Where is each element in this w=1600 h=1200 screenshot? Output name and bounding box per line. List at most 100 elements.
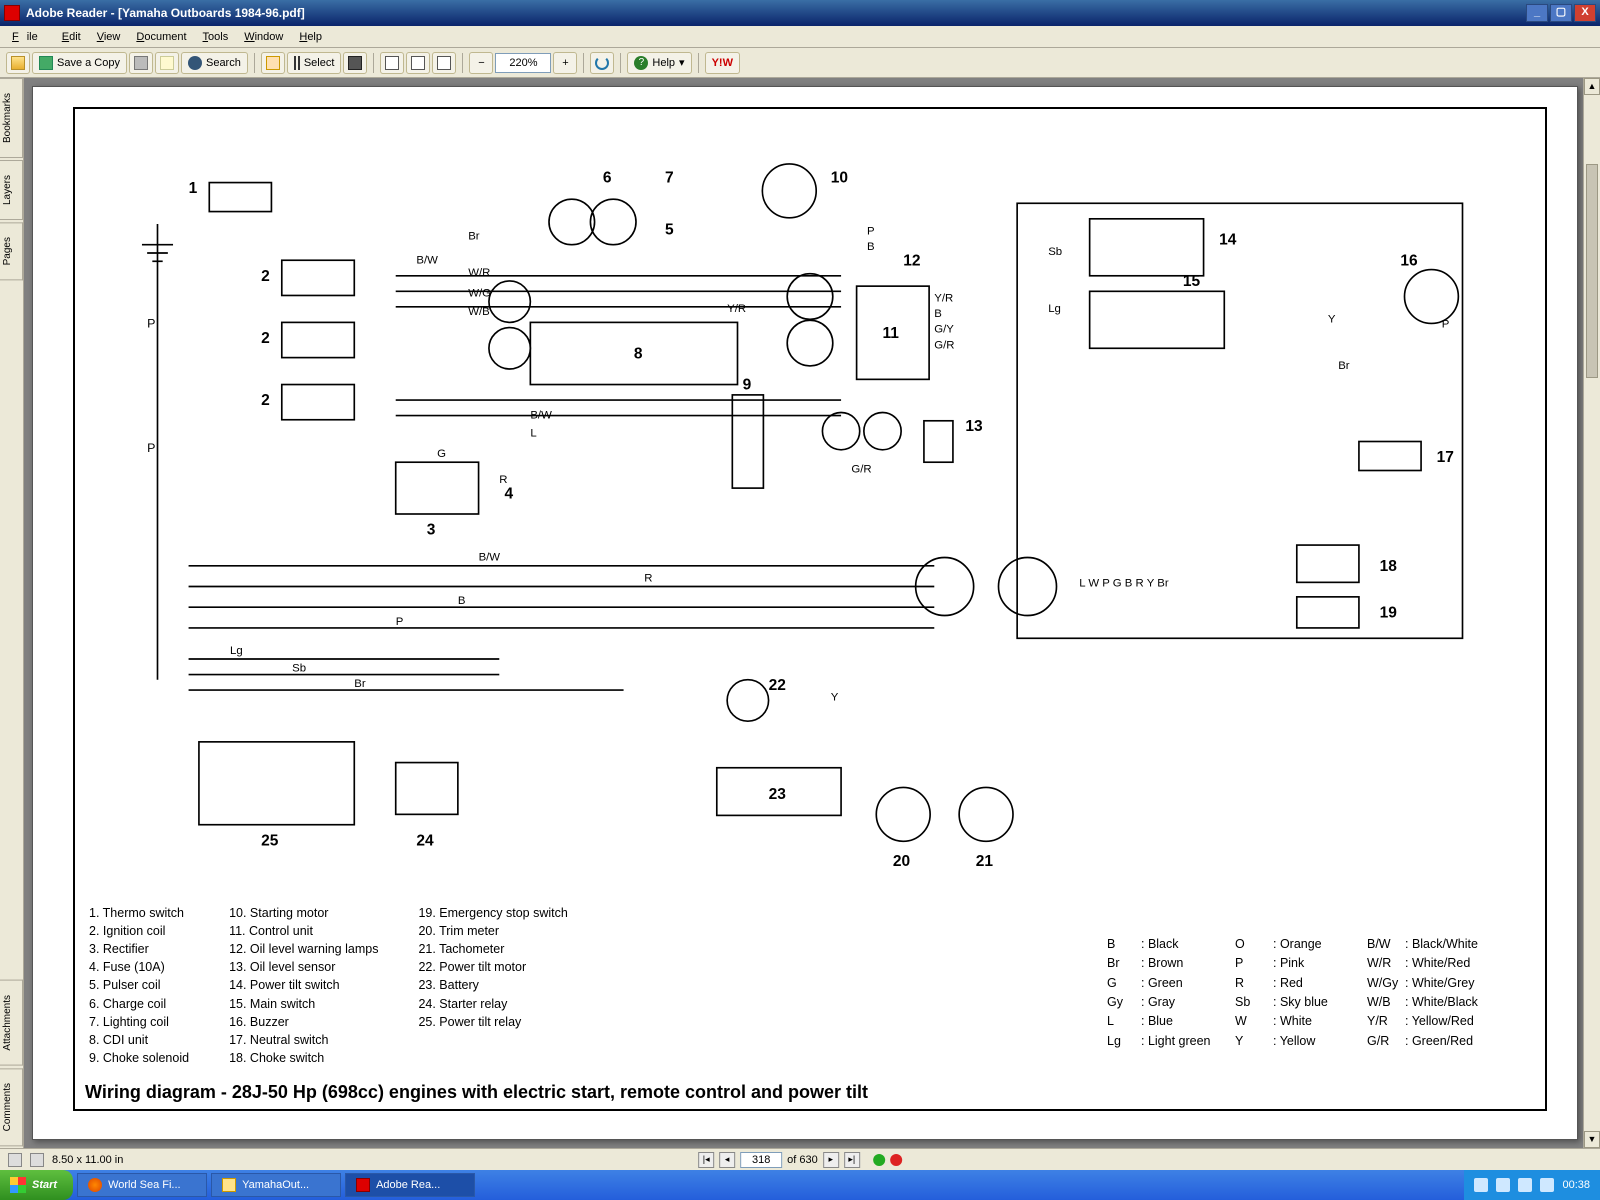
- help-icon: ?: [634, 56, 648, 70]
- print-button[interactable]: [129, 52, 153, 74]
- component-legend: 1. Thermo switch2. Ignition coil3. Recti…: [89, 904, 568, 1067]
- svg-text:G/R: G/R: [851, 464, 871, 476]
- page-total-label: of 630: [787, 1154, 818, 1166]
- zoom-in-button[interactable]: +: [553, 52, 577, 74]
- app-icon: [4, 5, 20, 21]
- svg-text:Br: Br: [468, 231, 480, 243]
- windows-logo-icon: [10, 1177, 26, 1193]
- svg-text:18: 18: [1380, 558, 1398, 575]
- clock[interactable]: 00:38: [1562, 1179, 1590, 1191]
- menu-document[interactable]: Document: [128, 29, 194, 45]
- page-dimensions: 8.50 x 11.00 in: [52, 1154, 123, 1166]
- svg-text:B: B: [458, 595, 466, 607]
- printer-icon: [134, 56, 148, 70]
- svg-text:14: 14: [1219, 232, 1237, 249]
- svg-text:2: 2: [261, 330, 270, 347]
- page-fit-icon: [411, 56, 425, 70]
- minimize-button[interactable]: _: [1526, 4, 1548, 22]
- svg-text:6: 6: [603, 170, 612, 187]
- document-viewport[interactable]: 1 2 2 2 P P 8 3 4: [24, 78, 1600, 1148]
- next-page-button[interactable]: ▸: [823, 1152, 839, 1168]
- tab-comments[interactable]: Comments: [0, 1068, 23, 1146]
- svg-text:16: 16: [1400, 252, 1418, 269]
- svg-text:W/R: W/R: [468, 267, 490, 279]
- zoom-out-button[interactable]: −: [469, 52, 493, 74]
- svg-text:Br: Br: [354, 678, 366, 690]
- menu-help[interactable]: Help: [291, 29, 330, 45]
- page-layout-icon-2[interactable]: [30, 1153, 44, 1167]
- tab-pages[interactable]: Pages: [0, 222, 23, 280]
- svg-text:R: R: [644, 572, 652, 584]
- svg-text:19: 19: [1380, 605, 1398, 622]
- svg-text:B: B: [934, 308, 942, 320]
- legend-col-1: 1. Thermo switch2. Ignition coil3. Recti…: [89, 904, 189, 1067]
- svg-text:20: 20: [893, 853, 910, 870]
- taskbar-item-folder[interactable]: YamahaOut...: [211, 1173, 341, 1197]
- scroll-up-arrow-icon[interactable]: ▲: [1584, 78, 1600, 95]
- vertical-scrollbar[interactable]: ▲ ▼: [1583, 78, 1600, 1148]
- yahoo-button[interactable]: Y!W: [705, 52, 740, 74]
- svg-text:L W P G B R Y Br: L W P G B R Y Br: [1079, 578, 1169, 590]
- select-tool-button[interactable]: Select: [287, 52, 342, 74]
- svg-text:Y/R: Y/R: [727, 303, 746, 315]
- page-number-input[interactable]: [740, 1152, 782, 1168]
- hand-tool-button[interactable]: [261, 52, 285, 74]
- firefox-icon: [88, 1178, 102, 1192]
- search-button[interactable]: Search: [181, 52, 248, 74]
- svg-text:12: 12: [903, 252, 921, 269]
- menu-window[interactable]: Window: [236, 29, 291, 45]
- tab-layers[interactable]: Layers: [0, 160, 23, 220]
- plus-icon: +: [562, 57, 568, 69]
- windows-taskbar: Start World Sea Fi... YamahaOut... Adobe…: [0, 1170, 1600, 1200]
- svg-text:21: 21: [976, 853, 994, 870]
- svg-text:3: 3: [427, 522, 436, 539]
- menu-view[interactable]: View: [89, 29, 129, 45]
- prev-page-button[interactable]: ◂: [719, 1152, 735, 1168]
- window-titlebar: Adobe Reader - [Yamaha Outboards 1984-96…: [0, 0, 1600, 26]
- scroll-thumb[interactable]: [1586, 164, 1598, 378]
- page-layout-icon[interactable]: [8, 1153, 22, 1167]
- svg-text:9: 9: [743, 377, 752, 394]
- tab-attachments[interactable]: Attachments: [0, 980, 23, 1066]
- zoom-fit-button[interactable]: [406, 52, 430, 74]
- tray-icon[interactable]: [1496, 1178, 1510, 1192]
- save-copy-button[interactable]: Save a Copy: [32, 52, 127, 74]
- snapshot-tool-button[interactable]: [343, 52, 367, 74]
- rotate-button[interactable]: [590, 52, 614, 74]
- folder-icon: [222, 1178, 236, 1192]
- system-tray[interactable]: 00:38: [1464, 1170, 1600, 1200]
- email-button[interactable]: [155, 52, 179, 74]
- zoom-actual-button[interactable]: [380, 52, 404, 74]
- start-button[interactable]: Start: [0, 1170, 73, 1200]
- svg-text:W/G: W/G: [468, 288, 491, 300]
- tray-icon[interactable]: [1518, 1178, 1532, 1192]
- menu-edit[interactable]: Edit: [54, 29, 89, 45]
- tab-bookmarks[interactable]: Bookmarks: [0, 78, 23, 158]
- last-page-button[interactable]: ▸|: [844, 1152, 860, 1168]
- tray-icon[interactable]: [1540, 1178, 1554, 1192]
- svg-text:G/R: G/R: [934, 339, 954, 351]
- close-button[interactable]: X: [1574, 4, 1596, 22]
- back-view-button[interactable]: [873, 1154, 885, 1166]
- svg-text:G/Y: G/Y: [934, 324, 954, 336]
- tray-icon[interactable]: [1474, 1178, 1488, 1192]
- scroll-down-arrow-icon[interactable]: ▼: [1584, 1131, 1600, 1148]
- menu-tools[interactable]: Tools: [195, 29, 237, 45]
- taskbar-item-firefox[interactable]: World Sea Fi...: [77, 1173, 207, 1197]
- zoom-width-button[interactable]: [432, 52, 456, 74]
- first-page-button[interactable]: |◂: [698, 1152, 714, 1168]
- zoom-level-input[interactable]: 220%: [495, 53, 551, 73]
- open-button[interactable]: [6, 52, 30, 74]
- svg-text:P: P: [396, 616, 404, 628]
- svg-text:7: 7: [665, 170, 674, 187]
- page-actual-icon: [385, 56, 399, 70]
- svg-text:11: 11: [883, 325, 900, 342]
- svg-text:P: P: [147, 441, 155, 455]
- taskbar-item-adobe[interactable]: Adobe Rea...: [345, 1173, 475, 1197]
- maximize-button[interactable]: ▢: [1550, 4, 1572, 22]
- help-button[interactable]: ?Help ▾: [627, 52, 691, 74]
- menu-file[interactable]: File: [4, 29, 54, 45]
- forward-view-button[interactable]: [890, 1154, 902, 1166]
- svg-text:15: 15: [1183, 273, 1201, 290]
- envelope-icon: [160, 56, 174, 70]
